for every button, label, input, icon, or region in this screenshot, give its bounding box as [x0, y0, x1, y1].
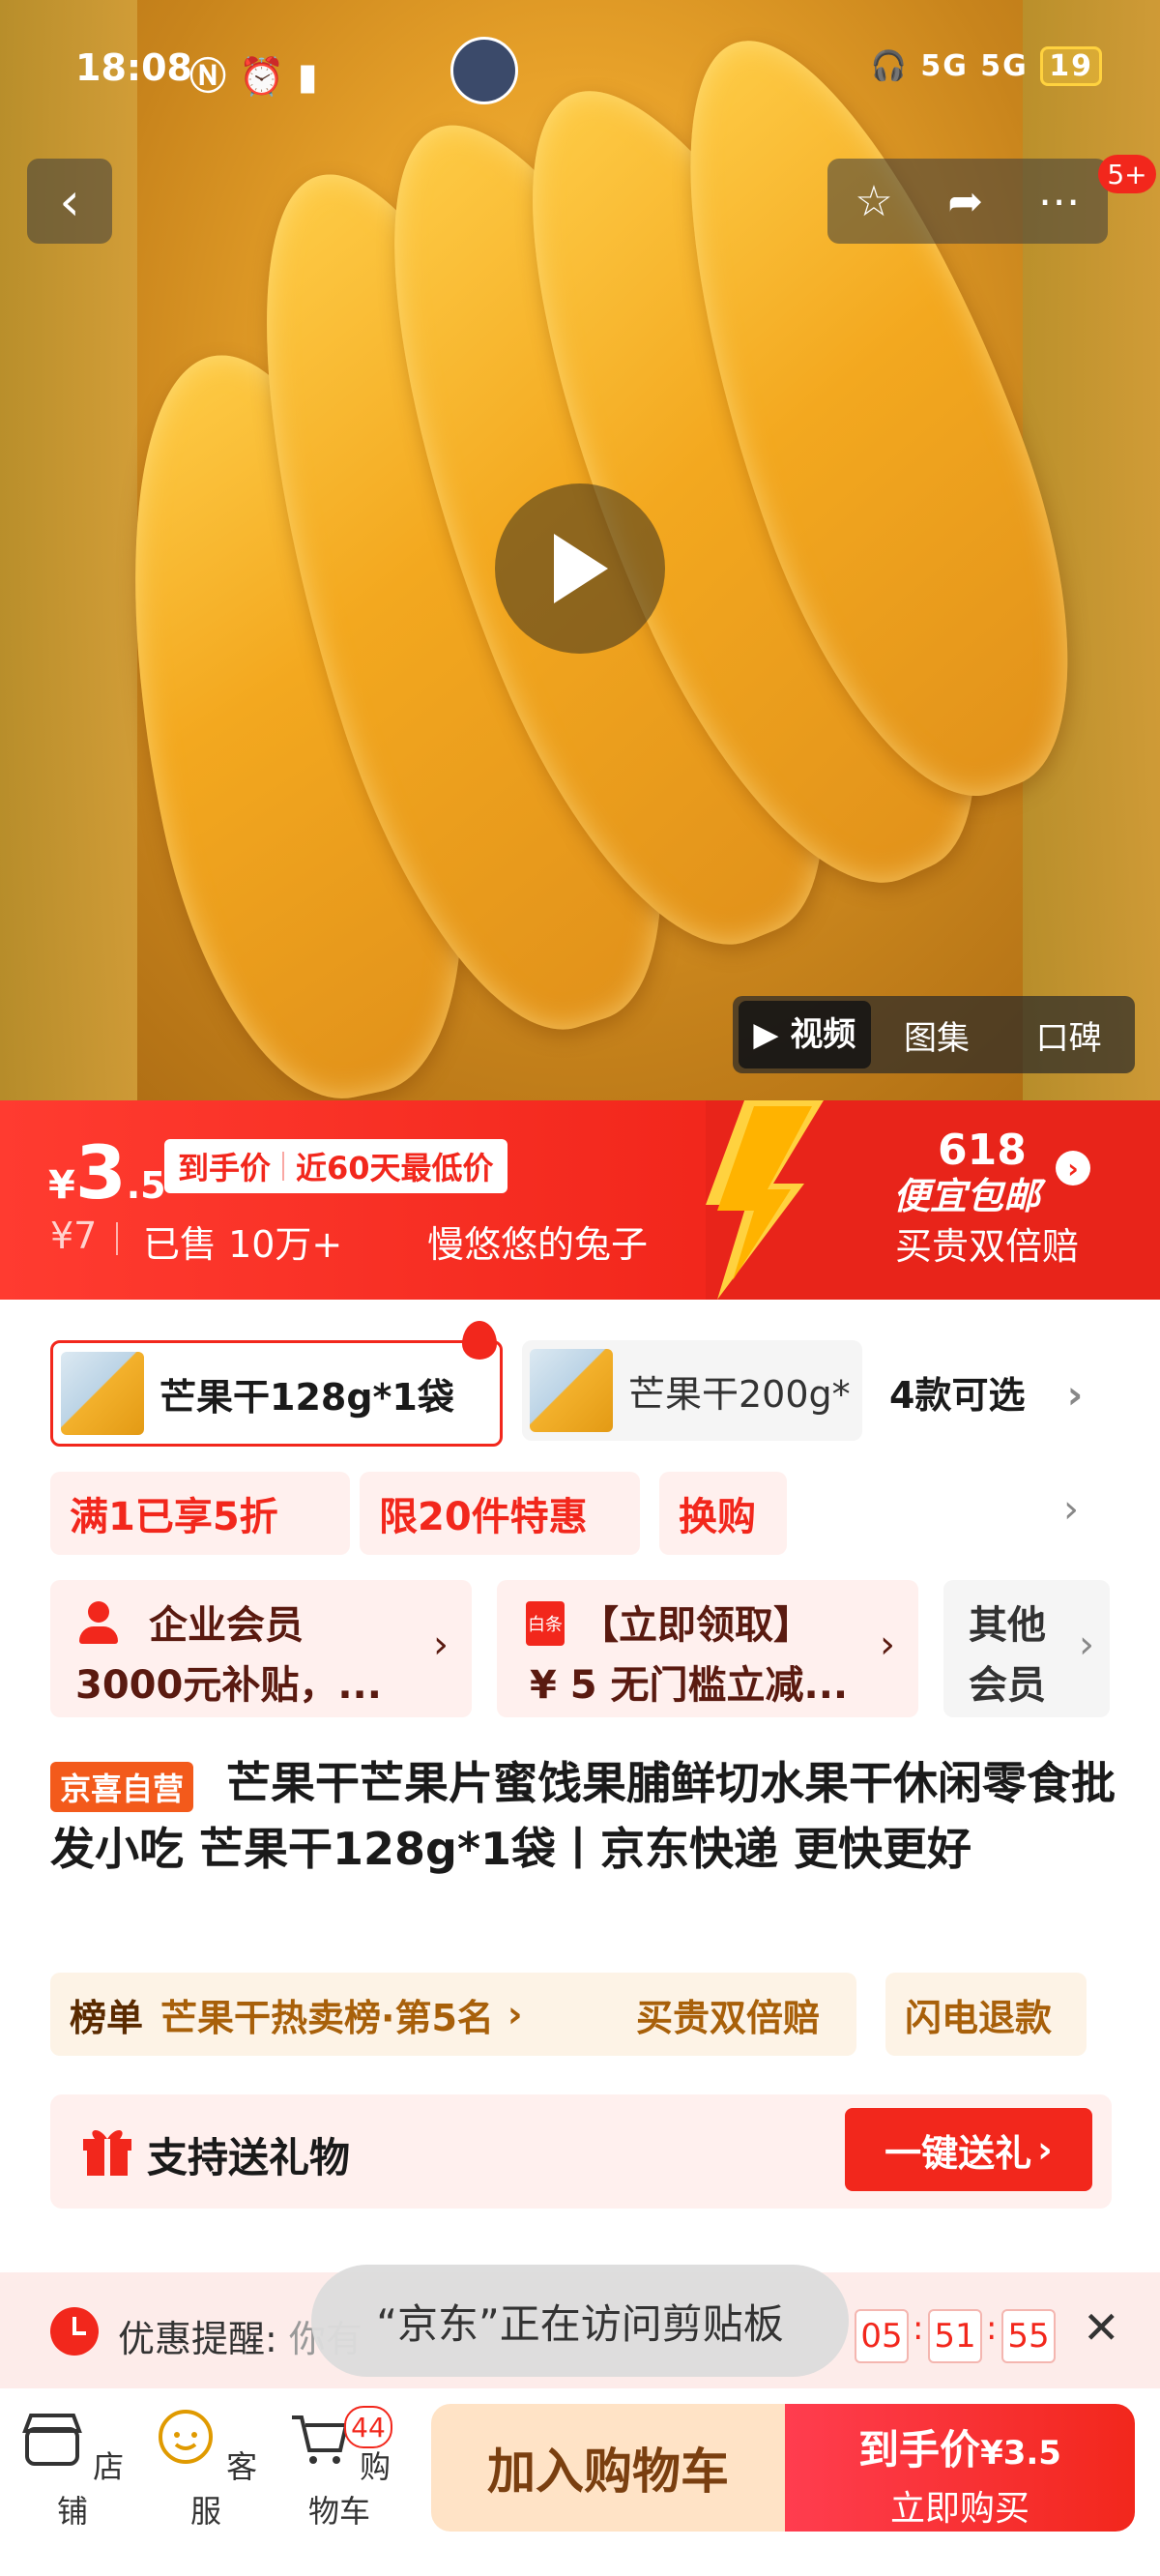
chevron-right-icon: ›	[433, 1623, 449, 1667]
countdown-minutes: 51	[928, 2309, 982, 2363]
more-icon[interactable]: ⋯	[1038, 177, 1081, 226]
top-toolbar: ☆ ➦ ⋯	[827, 159, 1108, 244]
chevron-right-icon: ›	[880, 1623, 895, 1667]
chevron-right-icon: ›	[507, 1993, 523, 2035]
service-tag[interactable]: 买贵双倍赔	[617, 1973, 856, 2056]
self-operated-badge: 京喜自营	[50, 1762, 194, 1812]
price-tag: 到手价 近60天最低价	[164, 1139, 508, 1193]
share-icon[interactable]: ➦	[947, 177, 983, 226]
clock-icon	[50, 2307, 99, 2356]
discount-tag[interactable]: 满1已享5折	[50, 1472, 350, 1555]
message-badge: 5+	[1098, 155, 1156, 193]
chevron-right-icon: ›	[1079, 1623, 1094, 1667]
price-tag-label: 到手价	[178, 1150, 272, 1186]
cart-icon	[291, 2415, 349, 2464]
variant-count-label: 4款可选	[889, 1374, 1026, 1417]
rank-label: 榜单	[70, 1996, 144, 2039]
gift-label: 支持送礼物	[147, 2134, 351, 2181]
customer-service-icon	[158, 2410, 213, 2464]
headphone-icon: 🎧	[870, 49, 909, 83]
back-button[interactable]: ‹	[27, 159, 112, 244]
rank-tag[interactable]: 榜单 芒果干热卖榜·第5名 ›	[50, 1973, 638, 2056]
sold-count: 已售 10万+	[143, 1223, 343, 1266]
tab-gallery[interactable]: 图集	[871, 1011, 1003, 1059]
nfc-icon: Ⓝ ⏰ ▮	[189, 55, 318, 98]
baitiao-icon: 白条	[526, 1601, 565, 1646]
product-title: 芒果干芒果片蜜饯果脯鲜切水果干休闲零食批发小吃 芒果干128g*1袋丨京东快递 …	[50, 1757, 1116, 1875]
member-card-sub: ¥ 5 无门槛立减...	[530, 1663, 849, 1708]
clipboard-toast: “京东”正在访问剪贴板	[311, 2265, 849, 2377]
member-card-coupon[interactable]: 白条 【立即领取】 ¥ 5 无门槛立减... ›	[497, 1580, 918, 1717]
send-gift-button[interactable]: 一键送礼 ›	[845, 2108, 1092, 2191]
rank-text: 芒果干热卖榜·第5名	[160, 1996, 494, 2039]
signal-text: 5G 5G	[920, 49, 1029, 83]
member-card-sub: 3000元补贴，...	[75, 1663, 382, 1708]
discount-tag[interactable]: 限20件特惠	[360, 1472, 640, 1555]
chevron-left-icon: ‹	[59, 170, 80, 232]
close-icon[interactable]: ✕	[1083, 2301, 1120, 2354]
member-card-enterprise[interactable]: 企业会员 3000元补贴，... ›	[50, 1580, 472, 1717]
avatar[interactable]	[450, 37, 518, 104]
service-button[interactable]: 客服	[153, 2408, 259, 2532]
variant-option-selected[interactable]: 芒果干128g*1袋	[50, 1340, 503, 1447]
service-tag[interactable]: 闪电退款	[885, 1973, 1087, 2056]
countdown-hours: 05	[855, 2309, 909, 2363]
chevron-right-icon: ›	[1066, 1373, 1084, 1418]
final-price: ¥3.5	[48, 1129, 166, 1215]
variant-count[interactable]: 4款可选 ›	[889, 1365, 1083, 1419]
member-card-title: 【立即领取】	[580, 1603, 812, 1648]
battery-icon: 19	[1040, 46, 1102, 86]
promo-double-refund: 买贵双倍赔	[895, 1225, 1080, 1268]
status-icons: 🎧 5G 5G 19	[871, 46, 1102, 86]
lightning-bolt-icon	[706, 1100, 824, 1300]
variant-thumbnail	[61, 1352, 144, 1435]
countdown-colon: :	[913, 2309, 924, 2348]
member-card-other[interactable]: 其他 会员 ›	[943, 1580, 1110, 1717]
countdown-colon: :	[986, 2309, 998, 2348]
status-bar: 18:08 Ⓝ ⏰ ▮ 🎧 5G 5G 19	[0, 46, 1160, 98]
play-button[interactable]	[495, 483, 665, 654]
variant-thumbnail	[530, 1349, 613, 1432]
person-icon	[79, 1601, 118, 1644]
chevron-right-icon: ›	[1037, 2128, 1053, 2171]
original-price: ¥7	[50, 1215, 98, 1257]
countdown-seconds: 55	[1001, 2309, 1056, 2363]
variant-option[interactable]: 芒果干200g*	[522, 1340, 862, 1441]
seller-name: 慢悠悠的兔子	[427, 1223, 649, 1266]
member-card-title: 企业会员	[149, 1603, 304, 1648]
hot-fire-icon	[462, 1321, 497, 1360]
variant-label: 芒果干200g*	[628, 1372, 851, 1416]
store-icon	[22, 2414, 82, 2466]
store-button[interactable]: 店铺	[19, 2408, 126, 2532]
variant-label: 芒果干128g*1袋	[160, 1375, 454, 1419]
tab-reviews[interactable]: 口碑	[1002, 1011, 1135, 1059]
play-icon	[554, 534, 608, 603]
tab-video[interactable]: ▶ 视频	[739, 1001, 871, 1068]
buy-now-label: 立即购买	[889, 2489, 1030, 2529]
cart-count-badge: 44	[344, 2406, 392, 2448]
other-member-line: 会员	[969, 1663, 1046, 1708]
add-to-cart-button[interactable]: 加入购物车	[431, 2404, 785, 2532]
price-tag-note: 近60天最低价	[296, 1150, 494, 1186]
buy-price: 到手价¥3.5	[858, 2426, 1061, 2474]
divider	[116, 1222, 118, 1255]
promo-free-shipping: 便宜包邮	[893, 1175, 1041, 1217]
favorite-star-icon[interactable]: ☆	[855, 177, 892, 226]
gift-icon	[83, 2129, 131, 2176]
chevron-right-icon[interactable]: ›	[1063, 1487, 1079, 1532]
other-member-line: 其他	[969, 1603, 1046, 1648]
buy-now-button[interactable]: 到手价¥3.5 立即购买	[785, 2404, 1135, 2532]
send-gift-label: 一键送礼	[884, 2131, 1032, 2175]
chevron-right-icon[interactable]: ›	[1056, 1151, 1090, 1186]
discount-tag[interactable]: 换购	[659, 1472, 787, 1555]
status-time: 18:08	[75, 46, 192, 89]
media-tabs: ▶ 视频 图集 口碑	[733, 996, 1135, 1073]
